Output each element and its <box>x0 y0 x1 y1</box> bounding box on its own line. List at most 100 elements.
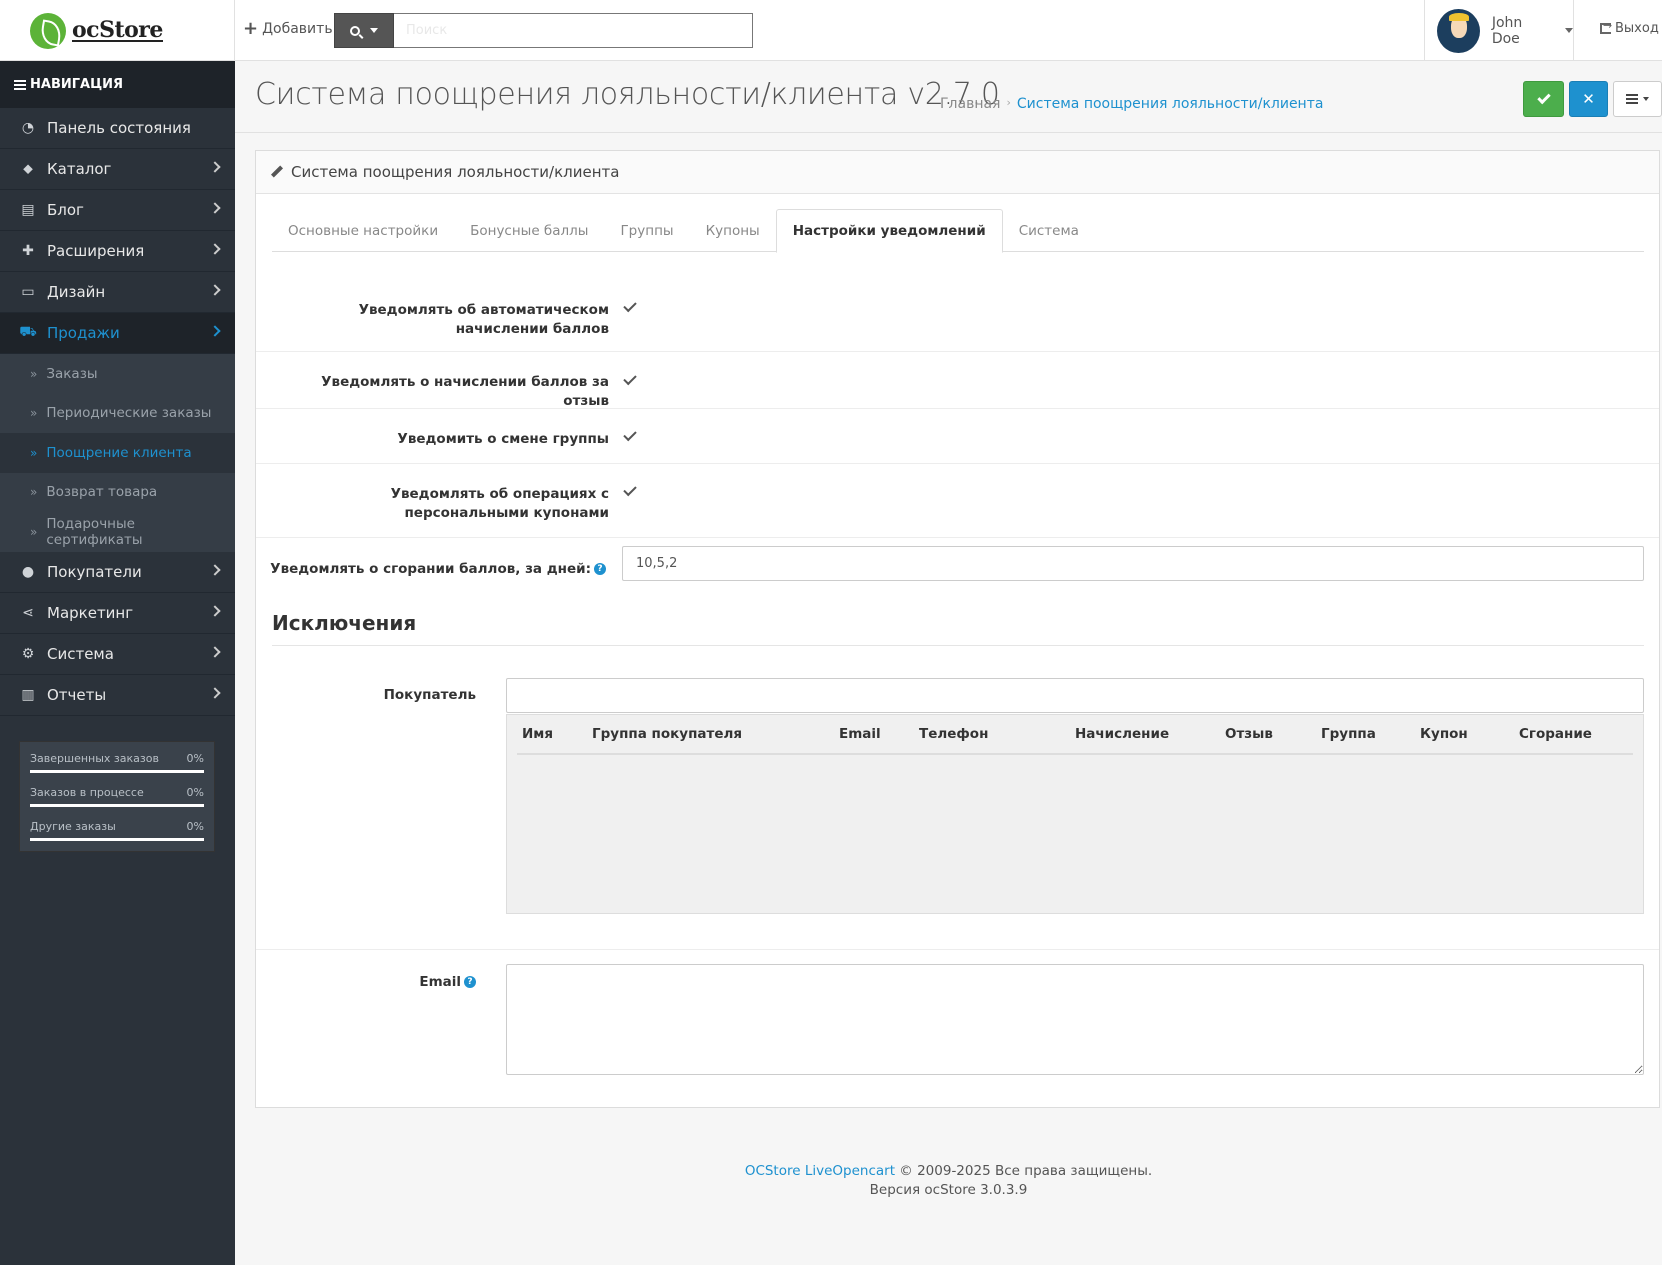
exclusions-heading: Исключения <box>272 611 417 635</box>
sign-out-icon <box>1600 19 1612 34</box>
bar-chart-icon: ▥ <box>21 686 35 703</box>
logo-text: ocStore <box>72 16 163 43</box>
form-row-notify-auto: Уведомлять об автоматическом начислении … <box>256 279 1659 352</box>
notify-expire-input[interactable] <box>622 546 1644 581</box>
sidebar-subitem-returns[interactable]: » Возврат товара <box>0 472 235 512</box>
chevron-right-icon <box>209 161 221 173</box>
avatar <box>1437 8 1480 53</box>
user-menu[interactable]: John Doe <box>1424 0 1574 61</box>
chevron-right-icon <box>209 202 221 214</box>
notify-auto-label: Уведомлять об автоматическом начислении … <box>358 302 609 337</box>
sidebar-item-extensions[interactable]: ✚ Расширения <box>0 231 235 272</box>
add-button[interactable]: + Добавить <box>243 18 333 39</box>
footer-copyright: OCStore LiveOpencart © 2009-2025 Все пра… <box>744 1163 1153 1179</box>
chevron-right-icon <box>209 243 221 255</box>
form-row-notify-group: Уведомить о смене группы <box>256 409 1659 464</box>
actions-menu-button[interactable] <box>1613 81 1662 117</box>
search-group <box>334 13 753 48</box>
tab-general[interactable]: Основные настройки <box>272 209 454 252</box>
pencil-icon <box>271 166 283 178</box>
email-textarea[interactable] <box>506 964 1644 1075</box>
save-button[interactable] <box>1523 81 1564 117</box>
sidebar-subitem-loyalty[interactable]: » Поощрение клиента <box>0 433 235 473</box>
sidebar-subitem-orders[interactable]: » Заказы <box>0 354 235 394</box>
sidebar-item-blog[interactable]: ▤ Блог <box>0 190 235 231</box>
tab-notifications[interactable]: Настройки уведомлений <box>775 209 1003 253</box>
chevron-right-icon <box>209 604 221 617</box>
search-input[interactable] <box>394 13 753 48</box>
tab-coupons[interactable]: Купоны <box>690 209 776 252</box>
puzzle-icon: ✚ <box>22 243 34 259</box>
sidebar: НАВИГАЦИЯ ◔ Панель состояния ⬥ Каталог ▤… <box>0 61 235 1265</box>
notify-coupons-checkbox[interactable] <box>623 482 637 497</box>
list-icon <box>1626 94 1638 104</box>
notify-group-label: Уведомить о смене группы <box>397 431 609 447</box>
footer: OCStore LiveOpencart © 2009-2025 Все пра… <box>235 1162 1662 1200</box>
page-title: Система поощрения лояльности/клиента v2.… <box>255 77 1000 112</box>
breadcrumb-home[interactable]: Главная <box>940 96 1000 112</box>
logout-link[interactable]: Выход <box>1600 19 1659 36</box>
caret-down-icon <box>1643 97 1649 101</box>
leaf-logo-icon <box>30 12 66 49</box>
progress-bar <box>30 770 204 773</box>
tab-bonus-points[interactable]: Бонусные баллы <box>454 209 604 252</box>
angle-double-right-icon: » <box>30 524 38 539</box>
col-accrual: Начисление <box>1075 726 1170 742</box>
col-expire: Сгорание <box>1519 726 1592 742</box>
footer-link[interactable]: OCStore LiveOpencart <box>745 1163 895 1179</box>
user-name: John Doe <box>1491 14 1523 47</box>
hamburger-icon <box>14 79 26 90</box>
book-icon: ▤ <box>21 202 35 218</box>
question-icon[interactable]: ? <box>594 563 606 575</box>
form-row-notify-review: Уведомлять о начислении баллов за отзыв <box>256 352 1659 409</box>
email-label: Email? <box>276 973 476 992</box>
dashboard-icon: ◔ <box>21 120 35 136</box>
tags-icon: ⬥ <box>23 161 33 177</box>
user-icon: ● <box>21 563 35 580</box>
tab-system[interactable]: Система <box>1003 209 1095 252</box>
sidebar-item-design[interactable]: ▭ Дизайн <box>0 272 235 313</box>
angle-double-right-icon: » <box>30 485 38 500</box>
close-icon: ✕ <box>1582 90 1595 108</box>
breadcrumb: Главная › Система поощрения лояльности/к… <box>940 96 1323 112</box>
question-icon[interactable]: ? <box>464 976 476 988</box>
tab-groups[interactable]: Группы <box>604 209 689 252</box>
customer-label: Покупатель <box>383 687 476 703</box>
search-type-dropdown[interactable] <box>334 13 394 48</box>
notify-group-checkbox[interactable] <box>623 427 637 442</box>
col-email: Email <box>839 726 881 742</box>
exclusions-table: Имя Группа покупателя Email Телефон Начи… <box>506 714 1644 914</box>
cancel-button[interactable]: ✕ <box>1569 81 1608 117</box>
caret-down-icon <box>370 28 378 33</box>
progress-bar <box>30 838 204 841</box>
sidebar-subitem-recurring[interactable]: » Периодические заказы <box>0 393 235 433</box>
sidebar-item-marketing[interactable]: ⋖ Маркетинг <box>0 593 235 634</box>
sidebar-subitem-vouchers[interactable]: » Подарочные сертификаты <box>0 512 235 552</box>
nav-title: НАВИГАЦИЯ <box>0 61 235 108</box>
chevron-right-icon <box>209 686 221 699</box>
top-header: ocStore + Добавить John Doe Выход <box>0 0 1662 61</box>
customer-autocomplete-input[interactable] <box>506 678 1644 713</box>
sidebar-item-customers[interactable]: ● Покупатели <box>0 552 235 593</box>
sidebar-item-sales[interactable]: ⛟ Продажи <box>0 313 235 354</box>
col-review: Отзыв <box>1225 726 1273 742</box>
add-button-label: Добавить <box>262 20 333 37</box>
order-stats: Завершенных заказов 0% Заказов в процесс… <box>19 741 215 852</box>
search-icon <box>350 25 360 36</box>
divider <box>272 645 1644 646</box>
notify-coupons-label: Уведомлять об операциях с персональными … <box>390 486 609 521</box>
sidebar-item-dashboard[interactable]: ◔ Панель состояния <box>0 108 235 149</box>
tabs: Основные настройки Бонусные баллы Группы… <box>272 209 1644 253</box>
notify-auto-checkbox[interactable] <box>623 298 637 313</box>
gear-icon: ⚙ <box>21 645 35 662</box>
sidebar-item-catalog[interactable]: ⬥ Каталог <box>0 149 235 190</box>
angle-double-right-icon: » <box>30 445 38 460</box>
share-icon: ⋖ <box>22 604 34 621</box>
notify-review-checkbox[interactable] <box>623 371 637 386</box>
breadcrumb-current[interactable]: Система поощрения лояльности/клиента <box>1017 96 1324 112</box>
chevron-right-icon <box>209 645 221 658</box>
caret-down-icon <box>1565 28 1573 33</box>
sidebar-item-reports[interactable]: ▥ Отчеты <box>0 675 235 716</box>
sidebar-item-system[interactable]: ⚙ Система <box>0 634 235 675</box>
logo[interactable]: ocStore <box>0 0 235 61</box>
